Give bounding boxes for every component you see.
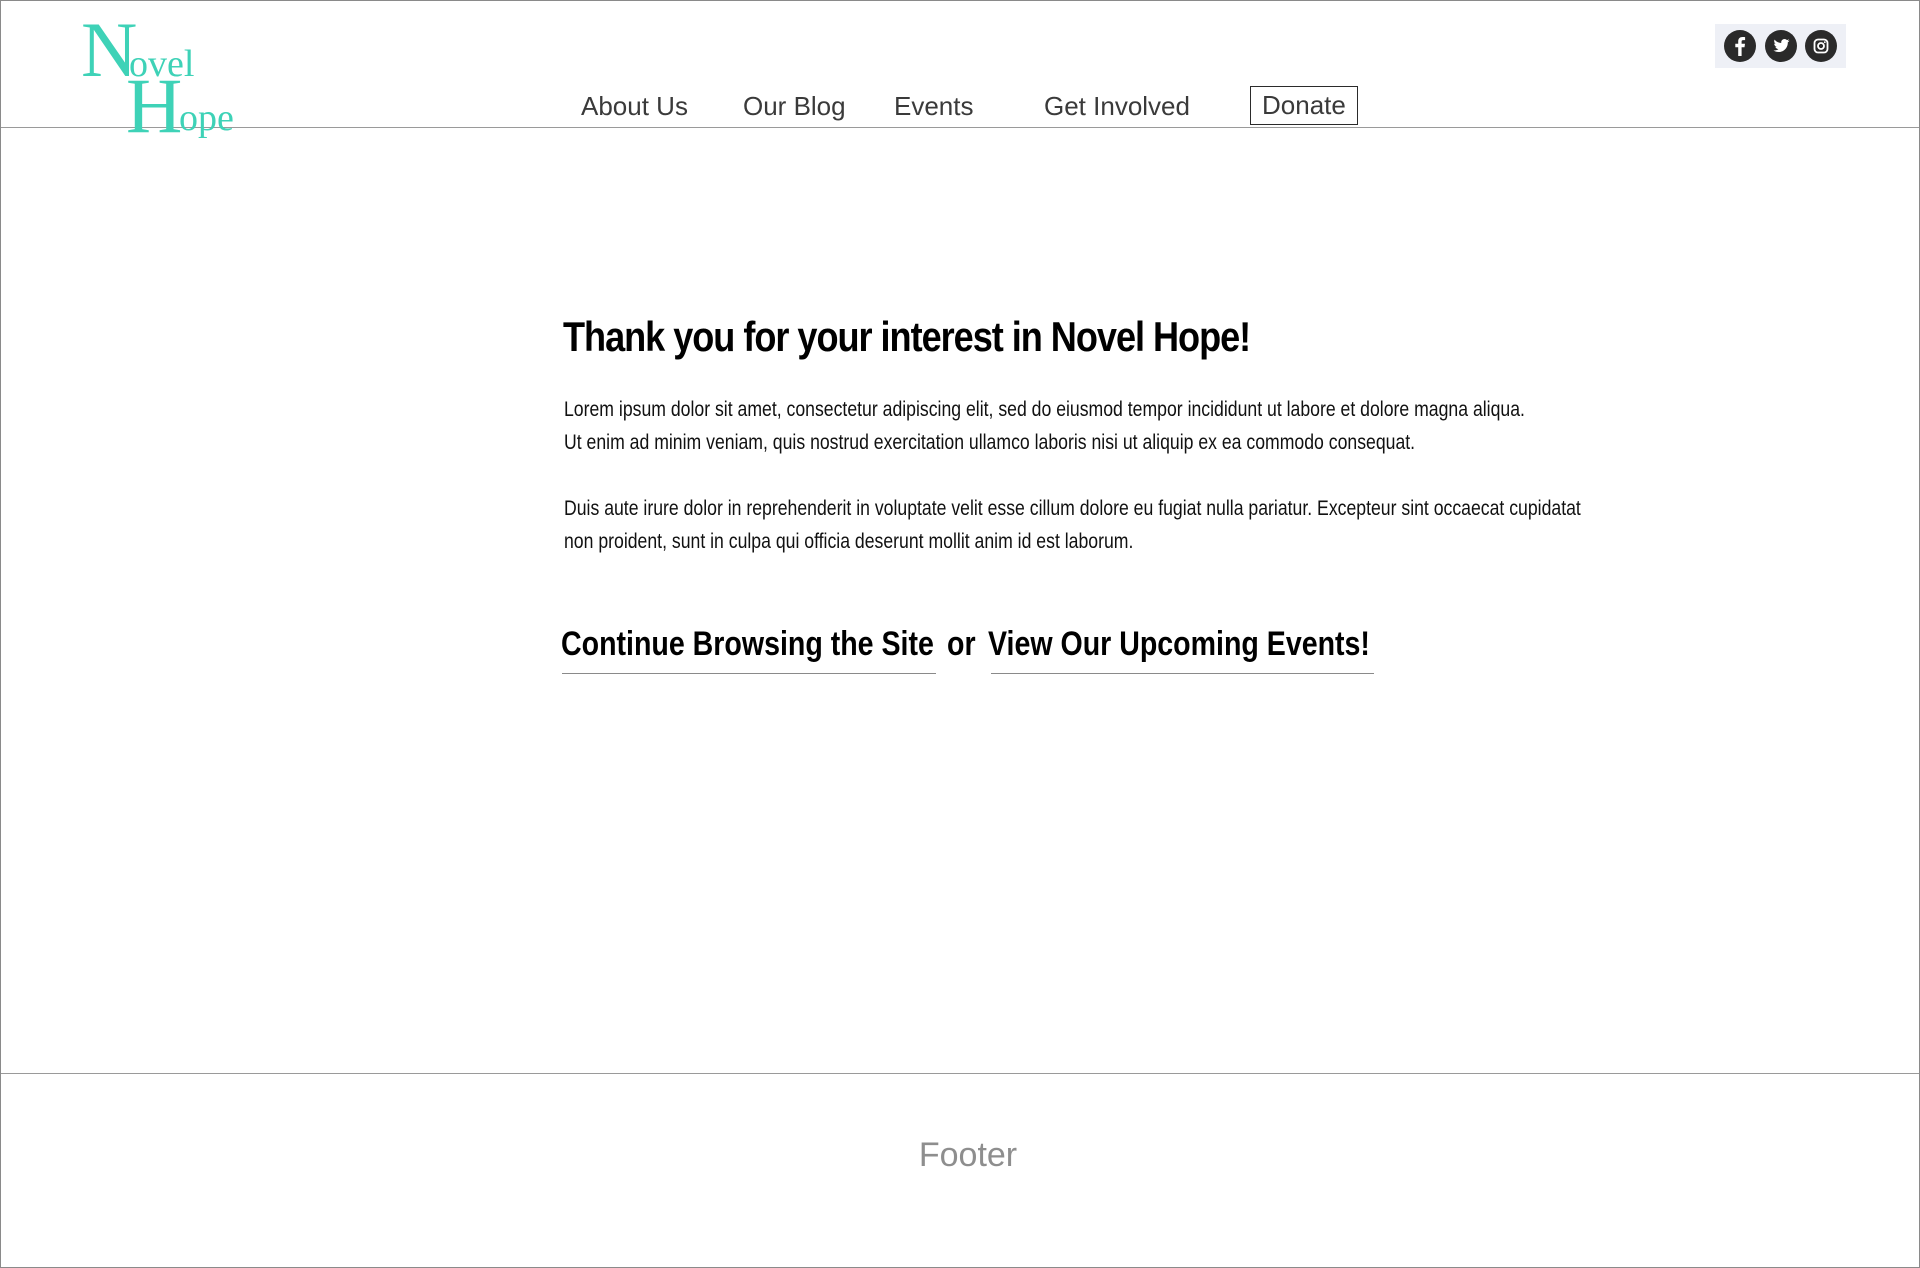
- main-content: Thank you for your interest in Novel Hop…: [1, 128, 1919, 1073]
- cta-separator-or: or: [947, 625, 976, 663]
- upcoming-events-underline: [991, 673, 1374, 674]
- paragraph-line: Lorem ipsum dolor sit amet, consectetur …: [564, 398, 1525, 421]
- nav-get-involved[interactable]: Get Involved: [1044, 90, 1190, 122]
- continue-browsing-link[interactable]: Continue Browsing the Site: [561, 624, 934, 664]
- page-frame: N ovel H ope About Us Our Blog Events Ge…: [0, 0, 1920, 1268]
- novel-hope-logo[interactable]: N ovel H ope: [81, 11, 241, 145]
- second-paragraph: Duis aute irure dolor in reprehenderit i…: [564, 492, 1581, 558]
- donate-button[interactable]: Donate: [1250, 86, 1358, 125]
- page-title: Thank you for your interest in Novel Hop…: [563, 313, 1251, 360]
- paragraph-line: Ut enim ad minim veniam, quis nostrud ex…: [564, 431, 1416, 454]
- upcoming-events-link[interactable]: View Our Upcoming Events!: [988, 624, 1370, 664]
- twitter-icon[interactable]: [1764, 30, 1797, 62]
- paragraph-line: non proident, sunt in culpa qui officia …: [564, 530, 1134, 553]
- nav-events[interactable]: Events: [894, 90, 974, 122]
- intro-paragraph: Lorem ipsum dolor sit amet, consectetur …: [564, 393, 1525, 459]
- nav-our-blog[interactable]: Our Blog: [743, 90, 846, 122]
- facebook-icon[interactable]: [1723, 30, 1756, 62]
- site-header: N ovel H ope About Us Our Blog Events Ge…: [1, 1, 1919, 145]
- footer-label: Footer: [918, 1136, 1018, 1174]
- continue-browsing-underline: [562, 673, 936, 674]
- site-footer: Footer: [1, 1073, 1919, 1267]
- paragraph-line: Duis aute irure dolor in reprehenderit i…: [564, 497, 1581, 520]
- instagram-icon[interactable]: [1805, 30, 1838, 62]
- social-links: [1715, 24, 1846, 68]
- nav-about-us[interactable]: About Us: [581, 90, 688, 122]
